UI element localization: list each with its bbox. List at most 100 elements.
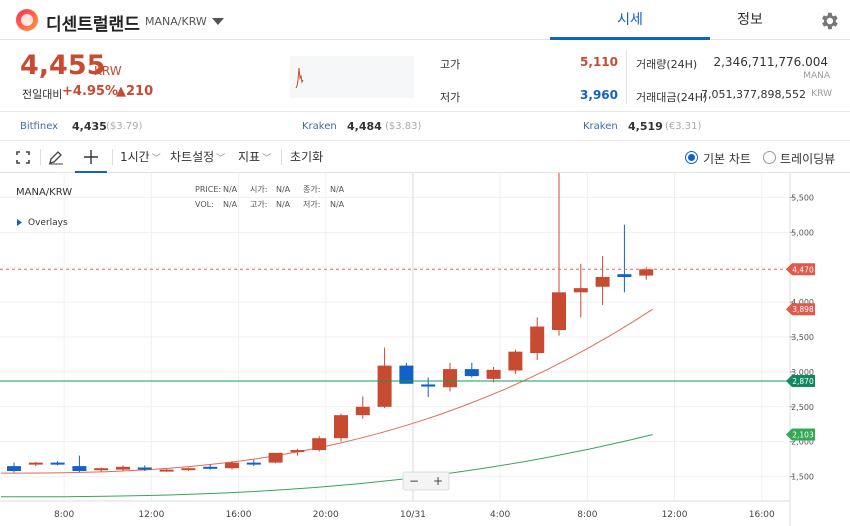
candle — [50, 461, 65, 466]
candle-body — [508, 351, 523, 371]
y-tick-label: 2,500 — [791, 403, 814, 412]
candle — [573, 263, 588, 318]
candle-body — [377, 365, 392, 407]
candle-body — [94, 468, 109, 471]
low-label: 저가 — [440, 91, 461, 104]
exchange-usd-price: ($3.83) — [385, 121, 422, 132]
candle-body — [203, 466, 218, 469]
candle-body — [334, 415, 348, 439]
x-tick-label: 10/31 — [400, 510, 426, 520]
exchange-name[interactable]: Bitfinex — [20, 121, 58, 132]
basic-chart-radio[interactable] — [685, 151, 698, 164]
reset-button[interactable]: 초기화 — [290, 141, 323, 173]
crosshair-icon — [84, 150, 98, 164]
tab-info[interactable]: 정보 — [670, 0, 830, 40]
candle-body — [421, 384, 436, 387]
horizontal-line-label: 2,870 — [792, 377, 814, 386]
volume-value: 2,346,711,776.004 — [713, 55, 828, 69]
toolbar-divider — [112, 149, 113, 165]
pencil-icon[interactable] — [48, 150, 64, 165]
ticker-panel: 4,455 KRW 전일대비 +4.95% ▲210 고가 5,110 저가 3… — [0, 40, 850, 112]
price-lines — [0, 268, 790, 382]
coin-name[interactable]: 디센트럴랜드 — [46, 10, 140, 35]
tradingview-label[interactable]: 트레이딩뷰 — [780, 150, 835, 167]
info-open-label: 시가: — [250, 185, 267, 194]
candle — [355, 396, 370, 419]
candle-body — [225, 462, 239, 469]
zoom-out-button[interactable]: − — [409, 474, 419, 488]
y-tick-label: 3,500 — [791, 333, 814, 342]
candle — [28, 461, 43, 467]
chart-settings-label: 차트설정 — [170, 150, 215, 164]
interval-dropdown[interactable]: 1시간 ﹀ — [120, 141, 161, 173]
coin-pair[interactable]: MANA/KRW — [145, 15, 207, 28]
candle — [443, 362, 457, 392]
sparkline — [290, 56, 414, 98]
x-tick-label: 4:00 — [490, 510, 510, 520]
y-tick-label: 5,000 — [791, 228, 814, 237]
tradingview-radio[interactable] — [763, 151, 776, 164]
chart-grid — [0, 173, 790, 501]
y-tick-label: 1,500 — [791, 473, 814, 482]
low-value: 3,960 — [580, 88, 618, 102]
exchange-usd-price: ($3.79) — [106, 121, 143, 132]
ma-short-label: 3,898 — [792, 305, 814, 314]
zoom-in-button[interactable]: + — [433, 474, 443, 488]
candle-body — [486, 369, 501, 379]
change-percent: +4.95% — [62, 84, 118, 99]
chevron-down-icon: ﹀ — [262, 154, 272, 164]
x-tick-label: 8:00 — [54, 510, 74, 520]
candle-body — [50, 462, 65, 465]
candle — [595, 256, 610, 305]
info-high-label: 고가: — [250, 200, 267, 209]
chart-toolbar: 1시간 ﹀ 차트설정 ﹀ 지표 ﹀ 초기화 기본 차트 트레이딩뷰 — [0, 141, 850, 173]
candle-body — [7, 466, 21, 471]
decentraland-logo-icon — [16, 9, 38, 31]
crosshair-tool[interactable] — [75, 141, 107, 173]
toolbar-divider — [40, 149, 41, 165]
ticker-divider — [626, 50, 627, 104]
candle-body — [72, 466, 87, 471]
chevron-down-icon: ﹀ — [151, 154, 161, 164]
basic-chart-label[interactable]: 기본 차트 — [703, 150, 751, 167]
candle-body — [464, 369, 479, 377]
candle — [530, 317, 545, 361]
chart-settings-dropdown[interactable]: 차트설정 ﹀ — [170, 141, 225, 173]
high-label: 고가 — [440, 58, 461, 71]
candle-body — [28, 462, 43, 465]
indicators-dropdown[interactable]: 지표 ﹀ — [238, 141, 271, 173]
change-amount: ▲210 — [116, 84, 154, 99]
overlays-label[interactable]: Overlays — [28, 218, 68, 228]
exchange-name[interactable]: Kraken — [302, 121, 337, 132]
coin-dropdown-caret-icon[interactable] — [212, 18, 224, 25]
header: 디센트럴랜드 MANA/KRW 시세 정보 — [0, 0, 850, 40]
exchange-name[interactable]: Kraken — [583, 121, 618, 132]
volume-unit: MANA — [803, 71, 830, 81]
zoom-controls: − + — [402, 471, 450, 491]
info-close-label: 종가: — [303, 185, 320, 194]
candle-body — [290, 450, 305, 453]
candle — [486, 367, 501, 383]
candle — [639, 267, 654, 280]
candle — [116, 465, 130, 471]
candle — [159, 468, 174, 472]
chevron-down-icon: ﹀ — [216, 154, 226, 164]
fullscreen-icon[interactable] — [16, 151, 30, 164]
overlays-toggle-icon[interactable] — [17, 219, 22, 226]
amount-unit: KRW — [811, 89, 832, 99]
candle-body — [268, 452, 283, 463]
exchange-price: 4,435 — [72, 120, 107, 133]
toolbar-divider — [281, 149, 282, 165]
candle — [508, 349, 523, 374]
x-tick-label: 16:00 — [226, 510, 252, 520]
candlestick-chart[interactable]: 1,5002,0002,5003,0003,5004,0004,5005,000… — [0, 173, 850, 526]
candle-body — [552, 292, 566, 331]
x-tick-label: 20:00 — [313, 510, 339, 520]
indicators-label: 지표 — [238, 150, 261, 164]
candle — [312, 436, 327, 452]
price-unit: KRW — [94, 64, 122, 78]
chart-symbol: MANA/KRW — [16, 187, 72, 198]
price-chart[interactable]: 1,5002,0002,5003,0003,5004,0004,5005,000… — [0, 173, 850, 526]
current-price-label: 4,470 — [792, 265, 814, 274]
gear-icon[interactable] — [818, 10, 840, 32]
